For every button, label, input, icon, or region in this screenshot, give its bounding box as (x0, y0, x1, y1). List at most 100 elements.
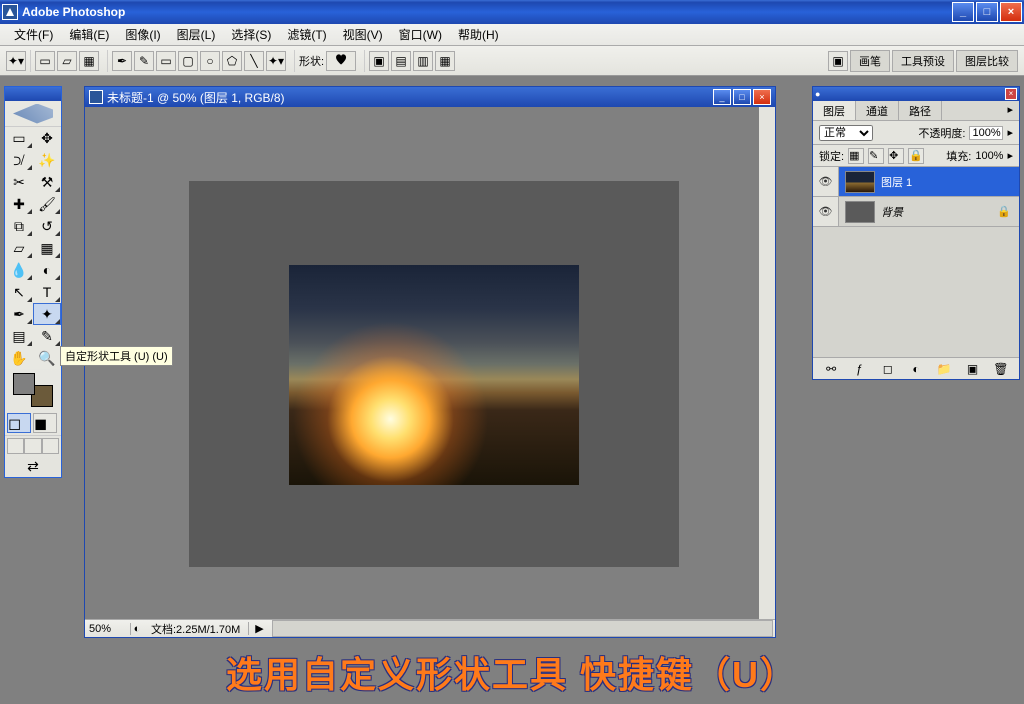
delete-layer-icon[interactable]: 🗑 (992, 361, 1010, 377)
gradient-tool[interactable]: ▦ (33, 237, 61, 259)
freeform-pen-icon[interactable]: ✎ (134, 51, 154, 71)
shape-picker[interactable] (326, 51, 356, 71)
polygon-shape-icon[interactable]: ⬠ (222, 51, 242, 71)
doc-info[interactable]: 文档:2.25M/1.70M (143, 621, 248, 637)
layers-panel-header[interactable]: ● × (813, 87, 1019, 101)
layer-group-icon[interactable]: 📁 (935, 361, 953, 377)
layer-name[interactable]: 背景 (881, 204, 997, 220)
rounded-rect-shape-icon[interactable]: ▢ (178, 51, 198, 71)
zoom-field[interactable]: 50% (85, 623, 131, 635)
close-button[interactable]: × (1000, 2, 1022, 22)
clone-stamp-tool[interactable]: ⧉ (5, 215, 33, 237)
menu-window[interactable]: 窗口(W) (391, 24, 450, 45)
vertical-scrollbar[interactable] (759, 107, 775, 127)
brush-tool[interactable]: 🖌 (33, 193, 61, 215)
layer-row[interactable]: 👁 背景 🔒 (813, 197, 1019, 227)
tool-preset-picker[interactable]: ✦▾ (6, 51, 26, 71)
lock-transparency-icon[interactable]: ▦ (848, 148, 864, 164)
notes-tool[interactable]: ▤ (5, 325, 33, 347)
lock-position-icon[interactable]: ✥ (888, 148, 904, 164)
pen-tool[interactable]: ✒ (5, 303, 33, 325)
foreground-color-swatch[interactable] (13, 373, 35, 395)
custom-shape-icon[interactable]: ✦▾ (266, 51, 286, 71)
opacity-slider-icon[interactable]: ▸ (1007, 126, 1013, 139)
maximize-button[interactable]: □ (976, 2, 998, 22)
layer-style-icon[interactable]: ƒ (850, 361, 868, 377)
minimize-button[interactable]: _ (952, 2, 974, 22)
palette-toggle-icon[interactable]: ▣ (828, 51, 848, 71)
layer-row[interactable]: 👁 图层 1 (813, 167, 1019, 197)
doc-minimize-button[interactable]: _ (713, 89, 731, 105)
lock-all-icon[interactable]: 🔒 (908, 148, 924, 164)
tab-paths[interactable]: 路径 (899, 101, 942, 120)
shape-layers-mode-icon[interactable]: ▭ (35, 51, 55, 71)
fill-pixels-mode-icon[interactable]: ▦ (79, 51, 99, 71)
screen-mode-standard[interactable] (7, 438, 24, 454)
horizontal-scrollbar[interactable] (272, 620, 773, 637)
eyedropper-tool[interactable]: ✎ (33, 325, 61, 347)
canvas-area[interactable] (85, 107, 775, 619)
layer-thumbnail[interactable] (845, 201, 875, 223)
visibility-toggle-icon[interactable]: 👁 (813, 167, 839, 196)
hand-tool[interactable]: ✋ (5, 347, 33, 369)
link-layers-icon[interactable]: ⚯ (822, 361, 840, 377)
paths-mode-icon[interactable]: ▱ (57, 51, 77, 71)
layer-name[interactable]: 图层 1 (881, 174, 1019, 190)
visibility-toggle-icon[interactable]: 👁 (813, 197, 839, 226)
eraser-tool[interactable]: ▱ (5, 237, 33, 259)
menu-layer[interactable]: 图层(L) (169, 24, 224, 45)
document-titlebar[interactable]: 未标题-1 @ 50% (图层 1, RGB/8) _ □ × (85, 87, 775, 107)
adjustment-layer-icon[interactable]: ◐ (907, 361, 925, 377)
menu-edit[interactable]: 编辑(E) (61, 24, 117, 45)
tab-layers[interactable]: 图层 (813, 101, 856, 120)
panel-menu-icon[interactable]: ▸ (1001, 101, 1019, 120)
custom-shape-tool[interactable]: ✦ (33, 303, 61, 325)
path-selection-tool[interactable]: ↖ (5, 281, 33, 303)
screen-mode-full[interactable] (42, 438, 59, 454)
color-swatches[interactable] (13, 373, 53, 407)
zoom-tool[interactable]: 🔍 (33, 347, 61, 369)
rectangle-shape-icon[interactable]: ▭ (156, 51, 176, 71)
history-brush-tool[interactable]: ↺ (33, 215, 61, 237)
line-shape-icon[interactable]: ╲ (244, 51, 264, 71)
doc-maximize-button[interactable]: □ (733, 89, 751, 105)
doc-close-button[interactable]: × (753, 89, 771, 105)
palette-tab-brushes[interactable]: 画笔 (850, 50, 890, 72)
blend-mode-select[interactable]: 正常 (819, 125, 873, 141)
opacity-value[interactable]: 100% (969, 126, 1003, 140)
fill-value[interactable]: 100% (975, 150, 1003, 162)
ellipse-shape-icon[interactable]: ○ (200, 51, 220, 71)
menu-select[interactable]: 选择(S) (223, 24, 279, 45)
marquee-tool[interactable]: ▭ (5, 127, 33, 149)
imageready-jump-icon[interactable]: ⇄ (5, 456, 61, 477)
combine-add-icon[interactable]: ▣ (369, 51, 389, 71)
menu-file[interactable]: 文件(F) (6, 24, 61, 45)
layer-thumbnail[interactable] (845, 171, 875, 193)
palette-tab-tool-presets[interactable]: 工具预设 (892, 50, 954, 72)
menu-help[interactable]: 帮助(H) (450, 24, 507, 45)
type-tool[interactable]: T (33, 281, 61, 303)
status-play-icon[interactable]: ▶ (248, 622, 269, 635)
fill-slider-icon[interactable]: ▸ (1007, 149, 1013, 162)
combine-subtract-icon[interactable]: ▤ (391, 51, 411, 71)
layers-panel-close-icon[interactable]: × (1005, 88, 1017, 100)
lock-image-icon[interactable]: ✎ (868, 148, 884, 164)
toolbox-header[interactable] (5, 87, 61, 101)
palette-tab-layer-comps[interactable]: 图层比较 (956, 50, 1018, 72)
combine-intersect-icon[interactable]: ▥ (413, 51, 433, 71)
lasso-tool[interactable]: ⟉ (5, 149, 33, 171)
screen-mode-full-menubar[interactable] (24, 438, 41, 454)
menu-view[interactable]: 视图(V) (335, 24, 391, 45)
blur-tool[interactable]: 💧 (5, 259, 33, 281)
new-layer-icon[interactable]: ▣ (964, 361, 982, 377)
tab-channels[interactable]: 通道 (856, 101, 899, 120)
magic-wand-tool[interactable]: ✨ (33, 149, 61, 171)
menu-image[interactable]: 图像(I) (117, 24, 168, 45)
move-tool[interactable]: ✥ (33, 127, 61, 149)
quickmask-mode-button[interactable]: ◼ (33, 413, 57, 433)
dodge-tool[interactable]: ◐ (33, 259, 61, 281)
pen-icon[interactable]: ✒ (112, 51, 132, 71)
canvas[interactable] (189, 181, 679, 567)
standard-mode-button[interactable]: ◻ (7, 413, 31, 433)
menu-filter[interactable]: 滤镜(T) (279, 24, 334, 45)
